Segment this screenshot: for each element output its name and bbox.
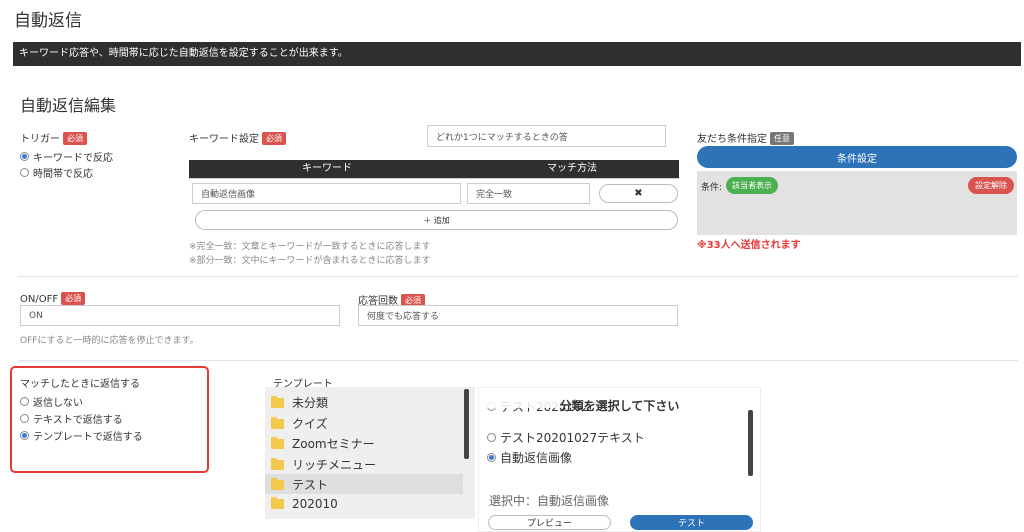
folder-item[interactable]: クイズ: [271, 415, 328, 432]
condition-label: 条件:: [701, 183, 723, 193]
match-condition-select[interactable]: どれか1つにマッチするときの答: [427, 125, 666, 147]
radio-selected-icon[interactable]: [20, 431, 29, 440]
reply-option-none[interactable]: 返信しない: [20, 394, 83, 409]
reply-option-template[interactable]: テンプレートで返信する: [20, 428, 143, 443]
folder-item[interactable]: Zoomセミナー: [271, 435, 375, 452]
trigger-option-time[interactable]: 時間帯で反応: [20, 165, 93, 180]
keyword-settings-label: キーワード設定 必須: [189, 130, 286, 145]
template-item[interactable]: テスト20201027テキスト: [487, 429, 645, 446]
radio-icon[interactable]: [20, 168, 29, 177]
folder-icon: [271, 497, 284, 509]
onoff-select[interactable]: ON: [20, 305, 340, 326]
trigger-option-keyword[interactable]: キーワードで反応: [20, 149, 113, 164]
keyword-input[interactable]: 自動返信画像: [192, 183, 461, 204]
optional-badge: 任意: [770, 132, 794, 145]
radio-selected-icon[interactable]: [20, 152, 29, 161]
reply-option-text[interactable]: テキストで返信する: [20, 411, 123, 426]
template-scrollbar[interactable]: [748, 410, 753, 476]
required-badge: 必須: [63, 132, 87, 145]
close-icon: ✖: [634, 188, 643, 199]
folder-item-selected[interactable]: テスト: [271, 476, 328, 493]
description-banner: キーワード応答や、時間帯に応じた自動返信を設定することが出来ます。: [13, 42, 1021, 66]
delete-keyword-button[interactable]: ✖: [599, 184, 678, 203]
clear-condition-button[interactable]: 設定解除: [968, 177, 1014, 194]
folder-icon: [271, 436, 284, 449]
template-item-panel: テスト20201027 分類を選択して下さい テスト20201027テキスト 自…: [478, 387, 761, 532]
preview-button[interactable]: プレビュー: [488, 515, 611, 530]
onoff-note: OFFにすると一時的に応答を停止できます。: [20, 336, 199, 346]
friend-condition-label: 友だち条件指定 任意: [697, 130, 794, 145]
page-title: 自動返信: [14, 11, 82, 31]
selected-template-text: 選択中：自動返信画像: [489, 494, 610, 508]
show-matching-button[interactable]: 該当者表示: [726, 177, 778, 194]
radio-selected-icon[interactable]: [487, 453, 496, 462]
category-prompt: 分類を選択して下さい: [559, 399, 680, 413]
add-keyword-button[interactable]: ＋ 追加: [195, 210, 678, 230]
partial-match-note: ※部分一致：文中にキーワードが含まれるときに応答します: [189, 256, 431, 266]
match-method-select[interactable]: 完全一致: [467, 183, 590, 204]
folder-list: 未分類 クイズ Zoomセミナー リッチメニュー テスト 202010: [265, 387, 475, 519]
radio-icon[interactable]: [487, 433, 496, 442]
folder-item[interactable]: リッチメニュー: [271, 456, 376, 473]
folder-item[interactable]: 未分類: [271, 394, 328, 411]
folder-scrollbar[interactable]: [464, 389, 469, 459]
radio-icon[interactable]: [20, 414, 29, 423]
keyword-column-header: キーワード: [189, 160, 465, 178]
reply-method-label: マッチしたときに返信する: [20, 379, 140, 390]
radio-icon[interactable]: [20, 397, 29, 406]
folder-icon: [271, 477, 284, 490]
section-title: 自動返信編集: [20, 96, 117, 115]
response-count-select[interactable]: 何度でも応答する: [358, 305, 678, 326]
send-count-text: ※33人へ送信されます: [697, 240, 801, 251]
exact-match-note: ※完全一致：文章とキーワードが一致するときに応答します: [189, 242, 431, 252]
condition-set-button[interactable]: 条件設定: [697, 146, 1017, 168]
trigger-label: トリガー 必須: [20, 130, 87, 145]
match-method-column-header: マッチ方法: [465, 160, 679, 178]
test-button[interactable]: テスト: [630, 515, 753, 530]
folder-icon: [271, 457, 284, 470]
required-badge: 必須: [61, 292, 86, 305]
folder-item[interactable]: 202010: [271, 497, 338, 511]
folder-icon: [271, 416, 284, 429]
onoff-label: ON/OFF 必須: [20, 292, 86, 305]
folder-icon: [271, 395, 284, 408]
required-badge: 必須: [262, 132, 286, 145]
template-item-selected[interactable]: 自動返信画像: [487, 449, 572, 466]
